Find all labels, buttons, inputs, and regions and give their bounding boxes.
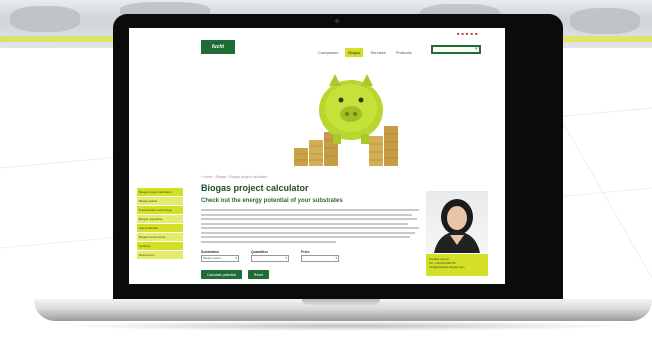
chevron-down-icon: ▾ (235, 256, 237, 260)
price-field: Price ▾ (301, 250, 339, 262)
site-logo[interactable]: fucht (201, 40, 235, 54)
hero-piggy-bank-image (294, 74, 398, 166)
search-input[interactable]: ⚲ (431, 45, 481, 54)
field-label: Substrates (201, 250, 220, 254)
laptop-bezel: ■ ■ ■ ■ ■ fucht Companies Biogas Service… (113, 14, 563, 302)
side-menu-item[interactable]: Fertiliser (137, 242, 183, 250)
side-menu-item[interactable]: Biogas project calculator (137, 188, 183, 196)
intro-paragraph (201, 209, 419, 245)
select-value: Please select (203, 256, 221, 260)
calculate-button[interactable]: Calculate potential (201, 270, 242, 279)
side-menu-item[interactable]: Biogas upgrading (137, 215, 183, 223)
side-menu-item[interactable]: Gas treatment (137, 224, 183, 232)
nav-item-services[interactable]: Services (367, 48, 388, 57)
chevron-down-icon: ▾ (285, 256, 287, 260)
substrate-field: Substrates Please select ▾ (201, 250, 239, 262)
quantity-select[interactable]: ▾ (251, 255, 289, 262)
nav-item-companies[interactable]: Companies (315, 48, 341, 57)
side-menu-item[interactable]: Biogas plants (137, 197, 183, 205)
side-menu-item[interactable]: References (137, 251, 183, 259)
calculator-form: Substrates Please select ▾ Quantities ▾ … (201, 250, 339, 262)
laptop-shadow (60, 321, 630, 331)
quantity-field: Quantities ▾ (251, 250, 289, 262)
laptop-screen: ■ ■ ■ ■ ■ fucht Companies Biogas Service… (129, 28, 505, 284)
contact-card: Contact person Tel. +49 000 000 00 info@… (426, 254, 488, 276)
main-nav: Companies Biogas Services Products (315, 48, 415, 57)
price-select[interactable]: ▾ (301, 255, 339, 262)
side-menu-item[interactable]: Biogas components (137, 233, 183, 241)
nav-item-biogas[interactable]: Biogas (345, 48, 364, 57)
page-subtitle: Check out the energy potential of your s… (201, 198, 343, 204)
field-label: Price (301, 250, 310, 254)
laptop-notch (302, 299, 380, 305)
website: ■ ■ ■ ■ ■ fucht Companies Biogas Service… (129, 28, 505, 284)
chevron-down-icon: ▾ (335, 256, 337, 260)
language-flags[interactable]: ■ ■ ■ ■ ■ (457, 31, 478, 36)
field-label: Quantities (251, 250, 269, 254)
contact-line[interactable]: info@example-biogas.com (429, 265, 485, 269)
nav-item-products[interactable]: Products (393, 48, 415, 57)
side-menu: Biogas project calculator Biogas plants … (137, 188, 183, 260)
form-buttons: Calculate potential Reset (201, 270, 269, 279)
page-title: Biogas project calculator (201, 183, 309, 193)
breadcrumb[interactable]: › Home › Biogas › Biogas project calcula… (201, 175, 268, 179)
side-menu-item[interactable]: Fermentation technology (137, 206, 183, 214)
contact-person-photo (426, 191, 488, 253)
search-icon[interactable]: ⚲ (474, 47, 478, 52)
substrate-select[interactable]: Please select ▾ (201, 255, 239, 262)
camera-icon (335, 19, 339, 23)
laptop-base (34, 299, 652, 321)
reset-button[interactable]: Reset (247, 270, 269, 279)
